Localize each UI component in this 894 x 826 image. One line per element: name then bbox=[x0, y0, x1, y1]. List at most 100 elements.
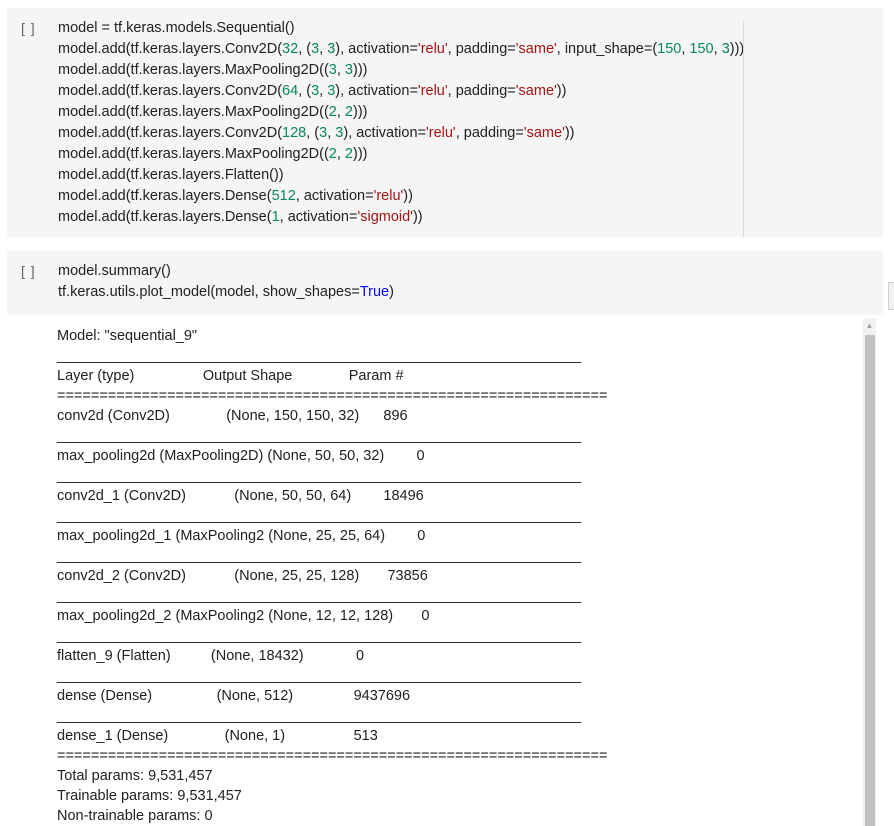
output-line: Total params: 9,531,457 bbox=[57, 768, 213, 784]
code-token-num: 3 bbox=[311, 41, 320, 57]
triangle-up-icon[interactable]: ▲ bbox=[863, 318, 876, 333]
code-token: , activation= bbox=[295, 188, 374, 204]
page-scrollbar-thumb[interactable] bbox=[888, 282, 894, 310]
code-token: , padding= bbox=[455, 125, 524, 141]
code-token: ), activation= bbox=[335, 83, 418, 99]
code-token: , ( bbox=[298, 41, 312, 57]
code-token: , ( bbox=[306, 125, 320, 141]
output-line: ________________________________________… bbox=[57, 508, 582, 524]
code-line[interactable]: model.add(tf.keras.layers.Flatten()) bbox=[58, 165, 744, 186]
code-cell-1[interactable]: [ ] model = tf.keras.models.Sequential()… bbox=[7, 8, 883, 238]
output-line: Model: "sequential_9" bbox=[57, 328, 198, 344]
output-line: flatten_9 (Flatten) (None, 18432) 0 bbox=[57, 648, 365, 664]
code-editor[interactable]: model = tf.keras.models.Sequential() mode… bbox=[58, 18, 744, 228]
code-token-num: 128 bbox=[282, 125, 307, 141]
output-line: ________________________________________… bbox=[57, 428, 582, 444]
code-line[interactable]: model.summary() bbox=[58, 261, 394, 282]
scrollbar-thumb[interactable] bbox=[865, 335, 875, 826]
output-line: max_pooling2d_2 (MaxPooling2 (None, 12, … bbox=[57, 608, 430, 624]
output-line: ________________________________________… bbox=[57, 708, 582, 724]
code-token: ), activation= bbox=[335, 41, 418, 57]
code-token-str: 'relu' bbox=[417, 41, 448, 57]
code-token-num: 150 bbox=[689, 41, 714, 57]
output-line: ________________________________________… bbox=[57, 628, 582, 644]
code-token-str: 'sigmoid' bbox=[357, 209, 413, 225]
code-line[interactable]: model.add(tf.keras.layers.Conv2D(128, (3… bbox=[58, 123, 744, 144]
code-token-str: 'same' bbox=[515, 41, 557, 57]
code-token-str: 'relu' bbox=[425, 125, 456, 141]
code-token: , bbox=[336, 104, 345, 120]
output-line: max_pooling2d_1 (MaxPooling2 (None, 25, … bbox=[57, 528, 426, 544]
code-token: model.add(tf.keras.layers.Conv2D( bbox=[58, 125, 283, 141]
code-line[interactable]: model.add(tf.keras.layers.Conv2D(32, (3,… bbox=[58, 39, 744, 60]
code-token: ))) bbox=[353, 62, 368, 78]
code-token: , bbox=[713, 41, 722, 57]
code-token: model.add(tf.keras.layers.Dense( bbox=[58, 209, 272, 225]
code-token-num: 150 bbox=[657, 41, 682, 57]
code-token-num: 3 bbox=[328, 62, 337, 78]
output-line: ________________________________________… bbox=[57, 548, 582, 564]
code-editor[interactable]: model.summary() tf.keras.utils.plot_model… bbox=[58, 261, 394, 303]
code-token: , padding= bbox=[447, 83, 516, 99]
code-token-str: 'same' bbox=[523, 125, 565, 141]
output-line: dense (Dense) (None, 512) 9437696 bbox=[57, 688, 411, 704]
code-line[interactable]: model.add(tf.keras.layers.MaxPooling2D((… bbox=[58, 60, 744, 81]
output-line: ________________________________________… bbox=[57, 348, 582, 364]
code-token: model.add(tf.keras.layers.Flatten()) bbox=[58, 167, 284, 183]
code-token: , activation= bbox=[279, 209, 358, 225]
output-line: Trainable params: 9,531,457 bbox=[57, 788, 242, 804]
output-line: ________________________________________… bbox=[57, 468, 582, 484]
code-token: model = tf.keras.models.Sequential() bbox=[58, 20, 295, 36]
output-line: conv2d_2 (Conv2D) (None, 25, 25, 128) 73… bbox=[57, 568, 428, 584]
output-line: Layer (type) Output Shape Param # bbox=[57, 368, 404, 384]
code-token-kw: True bbox=[359, 284, 390, 300]
code-token-num: 64 bbox=[282, 83, 299, 99]
code-token: model.summary() bbox=[58, 263, 171, 279]
code-line[interactable]: tf.keras.utils.plot_model(model, show_sh… bbox=[58, 282, 394, 303]
code-token: , input_shape=( bbox=[556, 41, 658, 57]
code-cell-2[interactable]: [ ] model.summary() tf.keras.utils.plot_m… bbox=[7, 251, 883, 315]
output-text: Model: "sequential_9" ___________________… bbox=[57, 326, 607, 826]
code-token: , ( bbox=[298, 83, 312, 99]
output-line: Non-trainable params: 0 bbox=[57, 808, 213, 824]
code-token-str: 'relu' bbox=[373, 188, 404, 204]
code-token-num: 512 bbox=[271, 188, 296, 204]
code-line[interactable]: model.add(tf.keras.layers.Conv2D(64, (3,… bbox=[58, 81, 744, 102]
code-token-num: 1 bbox=[271, 209, 280, 225]
code-token: )) bbox=[556, 83, 567, 99]
code-token: model.add(tf.keras.layers.MaxPooling2D(( bbox=[58, 146, 329, 162]
code-token-str: 'relu' bbox=[417, 83, 448, 99]
code-token: model.add(tf.keras.layers.Conv2D( bbox=[58, 41, 283, 57]
cell-output: Model: "sequential_9" ___________________… bbox=[7, 316, 883, 826]
code-token: ) bbox=[389, 284, 394, 300]
code-line[interactable]: model.add(tf.keras.layers.MaxPooling2D((… bbox=[58, 102, 744, 123]
code-token-num: 2 bbox=[328, 146, 337, 162]
code-line[interactable]: model = tf.keras.models.Sequential() bbox=[58, 18, 744, 39]
output-line: ________________________________________… bbox=[57, 668, 582, 684]
code-line[interactable]: model.add(tf.keras.layers.Dense(1, activ… bbox=[58, 207, 744, 228]
output-line: conv2d (Conv2D) (None, 150, 150, 32) 896 bbox=[57, 408, 408, 424]
code-token-num: 3 bbox=[721, 41, 730, 57]
code-token: model.add(tf.keras.layers.MaxPooling2D(( bbox=[58, 62, 329, 78]
code-token-num: 3 bbox=[344, 62, 353, 78]
code-token-str: 'same' bbox=[515, 83, 557, 99]
code-token: model.add(tf.keras.layers.MaxPooling2D(( bbox=[58, 104, 329, 120]
output-line: conv2d_1 (Conv2D) (None, 50, 50, 64) 184… bbox=[57, 488, 424, 504]
code-token: ))) bbox=[353, 146, 368, 162]
output-line: ========================================… bbox=[57, 748, 608, 764]
code-line[interactable]: model.add(tf.keras.layers.MaxPooling2D((… bbox=[58, 144, 744, 165]
code-token: , bbox=[336, 146, 345, 162]
run-cell-button[interactable]: [ ] bbox=[21, 263, 36, 279]
run-cell-button[interactable]: [ ] bbox=[21, 20, 36, 36]
code-line[interactable]: model.add(tf.keras.layers.Dense(512, act… bbox=[58, 186, 744, 207]
code-token: ), activation= bbox=[343, 125, 426, 141]
output-line: ========================================… bbox=[57, 388, 608, 404]
code-token-num: 2 bbox=[344, 104, 353, 120]
code-token-num: 3 bbox=[319, 125, 328, 141]
code-token-num: 32 bbox=[282, 41, 299, 57]
output-scrollbar[interactable]: ▲ bbox=[863, 318, 876, 826]
output-line: dense_1 (Dense) (None, 1) 513 bbox=[57, 728, 378, 744]
code-token-num: 2 bbox=[344, 146, 353, 162]
code-token: tf.keras.utils.plot_model(model, show_sh… bbox=[58, 284, 360, 300]
code-token-num: 2 bbox=[328, 104, 337, 120]
